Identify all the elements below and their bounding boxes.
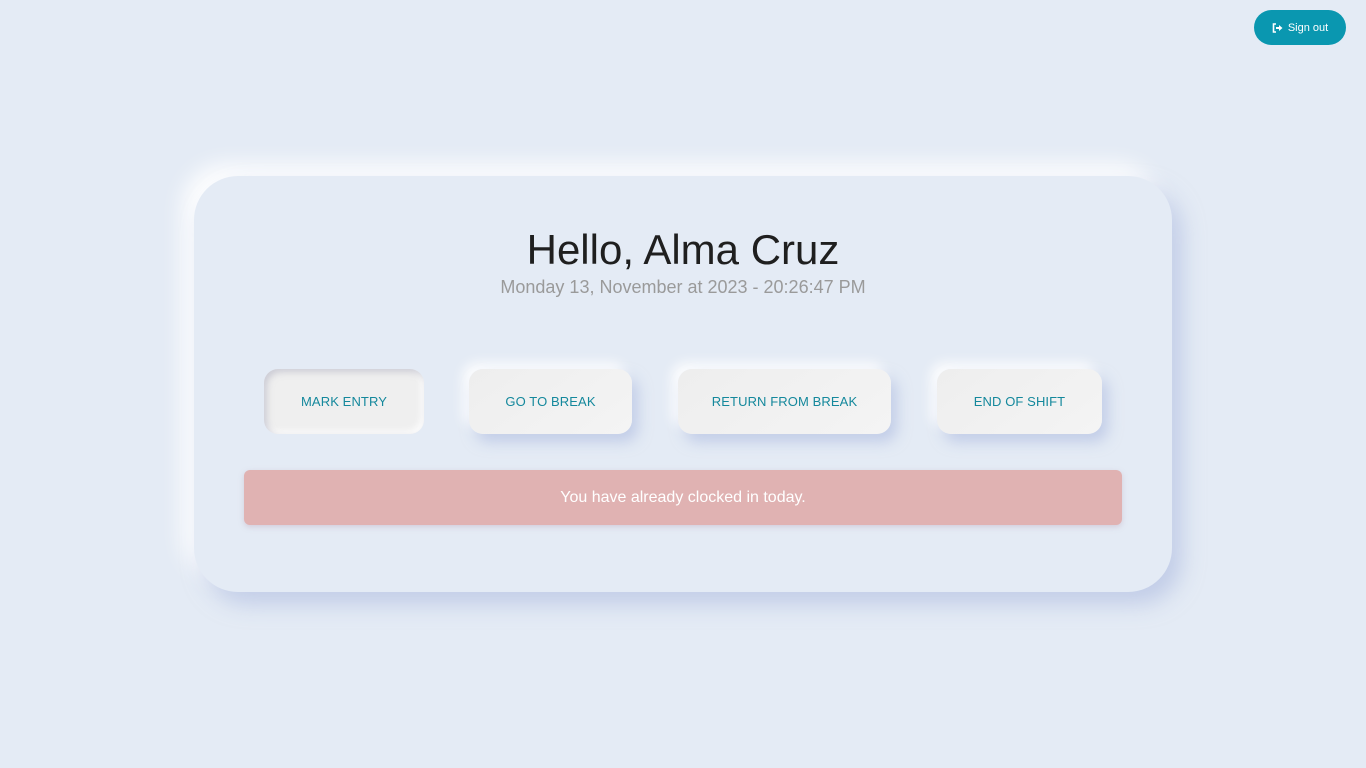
sign-out-button[interactable]: Sign out xyxy=(1254,10,1346,45)
sign-out-label: Sign out xyxy=(1287,21,1329,34)
current-datetime: Monday 13, November at 2023 - 20:26:47 P… xyxy=(500,277,866,297)
greeting-title: Hello, Alma Cruz xyxy=(526,226,840,273)
sign-out-icon xyxy=(1272,22,1283,33)
return-from-break-button[interactable]: RETURN FROM BREAK xyxy=(678,369,891,434)
end-of-shift-button[interactable]: END OF SHIFT xyxy=(937,369,1102,434)
clock-card: Hello, Alma Cruz Monday 13, November at … xyxy=(194,176,1172,592)
status-alert: You have already clocked in today. xyxy=(244,470,1122,525)
go-to-break-button[interactable]: GO TO BREAK xyxy=(469,369,632,434)
mark-entry-button[interactable]: MARK ENTRY xyxy=(264,369,424,434)
